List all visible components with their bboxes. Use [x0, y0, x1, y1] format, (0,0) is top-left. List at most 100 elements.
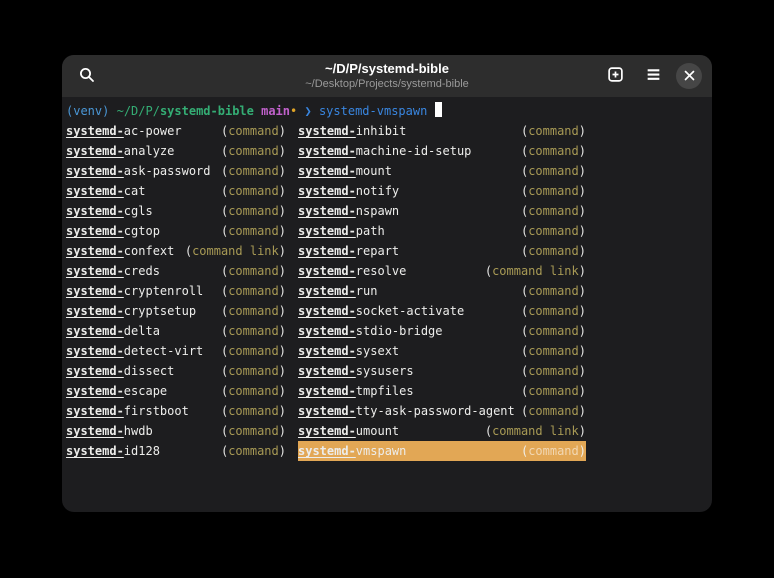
completion-name: systemd-stdio-bridge: [298, 321, 443, 341]
completion-name: systemd-vmspawn: [298, 441, 406, 461]
completion-name-rest: cat: [124, 184, 146, 198]
completion-name-prefix: systemd-: [66, 364, 124, 378]
completion-item[interactable]: systemd-firstboot(command): [66, 401, 286, 421]
completion-name-rest: dissect: [124, 364, 175, 378]
new-tab-button[interactable]: [600, 61, 630, 91]
completion-name-rest: run: [356, 284, 378, 298]
completion-name: systemd-ac-power: [66, 121, 182, 141]
completion-item-selected[interactable]: systemd-vmspawn(command): [298, 441, 586, 461]
close-button[interactable]: [676, 63, 702, 89]
completion-item[interactable]: systemd-tmpfiles(command): [298, 381, 586, 401]
completion-column-right: systemd-inhibit(command)systemd-machine-…: [298, 121, 586, 461]
completion-description: (command): [221, 341, 286, 361]
completion-description: (command): [221, 261, 286, 281]
completion-name: systemd-notify: [298, 181, 399, 201]
completion-name-rest: ask-password: [124, 164, 211, 178]
completion-name: systemd-escape: [66, 381, 167, 401]
completion-item[interactable]: systemd-confext(command link): [66, 241, 286, 261]
completion-name-rest: cryptsetup: [124, 304, 196, 318]
completion-name: systemd-machine-id-setup: [298, 141, 471, 161]
completion-description-text: command: [528, 144, 579, 158]
completion-description: (command): [221, 301, 286, 321]
completion-name-prefix: systemd-: [66, 384, 124, 398]
menu-button[interactable]: [638, 61, 668, 91]
completion-name-prefix: systemd-: [298, 404, 356, 418]
completion-item[interactable]: systemd-creds (command): [66, 261, 286, 281]
completion-item[interactable]: systemd-mount(command): [298, 161, 586, 181]
completion-item[interactable]: systemd-tty-ask-password-agent(command): [298, 401, 586, 421]
completion-description-text: command: [228, 204, 279, 218]
completion-description: (command): [221, 181, 286, 201]
completion-name: systemd-dissect: [66, 361, 174, 381]
completion-description-text: command: [528, 184, 579, 198]
completion-description-text: command: [528, 324, 579, 338]
completion-item[interactable]: systemd-ask-password(command): [66, 161, 286, 181]
completion-item[interactable]: systemd-path(command): [298, 221, 586, 241]
completion-name-rest: firstboot: [124, 404, 189, 418]
completion-description: (command): [221, 321, 286, 341]
completion-description-text: command: [528, 364, 579, 378]
completion-item[interactable]: systemd-detect-virt(command): [66, 341, 286, 361]
completion-item[interactable]: systemd-machine-id-setup(command): [298, 141, 586, 161]
completion-item[interactable]: systemd-delta(command): [66, 321, 286, 341]
completion-name-rest: sysext: [356, 344, 399, 358]
completion-name-rest: stdio-bridge: [356, 324, 443, 338]
titlebar: ~/D/P/systemd-bible ~/Desktop/Projects/s…: [62, 55, 712, 97]
completion-item[interactable]: systemd-escape(command): [66, 381, 286, 401]
completion-description: (command): [221, 201, 286, 221]
completion-name: systemd-sysext: [298, 341, 399, 361]
completion-name-prefix: systemd-: [298, 144, 356, 158]
completion-item[interactable]: systemd-stdio-bridge(command): [298, 321, 586, 341]
completion-item[interactable]: systemd-notify (command): [298, 181, 586, 201]
completion-item[interactable]: systemd-cryptenroll(command): [66, 281, 286, 301]
search-button[interactable]: [72, 61, 102, 91]
completion-name-rest: inhibit: [356, 124, 407, 138]
completion-item[interactable]: systemd-resolve(command link): [298, 261, 586, 281]
completion-name-prefix: systemd-: [298, 424, 356, 438]
window-title: ~/D/P/systemd-bible: [305, 61, 469, 77]
completion-item[interactable]: systemd-run(command): [298, 281, 586, 301]
completion-item[interactable]: systemd-cat(command): [66, 181, 286, 201]
completion-description-text: command: [528, 344, 579, 358]
completion-item[interactable]: systemd-id128(command): [66, 441, 286, 461]
completion-item[interactable]: systemd-nspawn(command): [298, 201, 586, 221]
completion-name-prefix: systemd-: [298, 324, 356, 338]
completion-name-prefix: systemd-: [298, 384, 356, 398]
completion-description: (command): [521, 181, 586, 201]
completion-item[interactable]: systemd-cryptsetup(command): [66, 301, 286, 321]
completion-name-rest: cgtop: [124, 224, 160, 238]
completion-description-text: command: [228, 364, 279, 378]
completion-description: (command): [221, 221, 286, 241]
completion-item[interactable]: systemd-analyze(command): [66, 141, 286, 161]
completion-name-rest: hwdb: [124, 424, 153, 438]
completion-item[interactable]: systemd-dissect(command): [66, 361, 286, 381]
completion-name: systemd-creds: [66, 261, 160, 281]
completion-name-prefix: systemd-: [66, 244, 124, 258]
completion-name: systemd-mount: [298, 161, 392, 181]
window-subtitle: ~/Desktop/Projects/systemd-bible: [305, 78, 469, 91]
completion-item[interactable]: systemd-ac-power(command): [66, 121, 286, 141]
completion-description: (command): [221, 161, 286, 181]
completion-description-text: command: [528, 404, 579, 418]
completion-name: systemd-umount: [298, 421, 399, 441]
completion-name-rest: analyze: [124, 144, 175, 158]
completion-name: systemd-id128: [66, 441, 160, 461]
completion-name: systemd-firstboot: [66, 401, 189, 421]
completion-description: (command): [221, 421, 286, 441]
completion-item[interactable]: systemd-repart(command): [298, 241, 586, 261]
completion-item[interactable]: systemd-cgtop(command): [66, 221, 286, 241]
completion-description-text: command: [228, 424, 279, 438]
completion-name-prefix: systemd-: [298, 364, 356, 378]
completion-item[interactable]: systemd-cgls(command): [66, 201, 286, 221]
completion-item[interactable]: systemd-socket-activate(command): [298, 301, 586, 321]
completion-item[interactable]: systemd-sysext(command): [298, 341, 586, 361]
terminal-content[interactable]: (venv) ~/D/P/systemd-bible main• ❯ syste…: [62, 97, 712, 461]
completion-description: (command): [221, 141, 286, 161]
completion-name-prefix: systemd-: [66, 284, 124, 298]
completion-name-rest: delta: [124, 324, 160, 338]
completion-item[interactable]: systemd-hwdb(command): [66, 421, 286, 441]
completion-item[interactable]: systemd-umount(command link): [298, 421, 586, 441]
completion-item[interactable]: systemd-sysusers(command): [298, 361, 586, 381]
prompt-path-prefix: ~/D/P/: [117, 104, 160, 118]
completion-item[interactable]: systemd-inhibit(command): [298, 121, 586, 141]
